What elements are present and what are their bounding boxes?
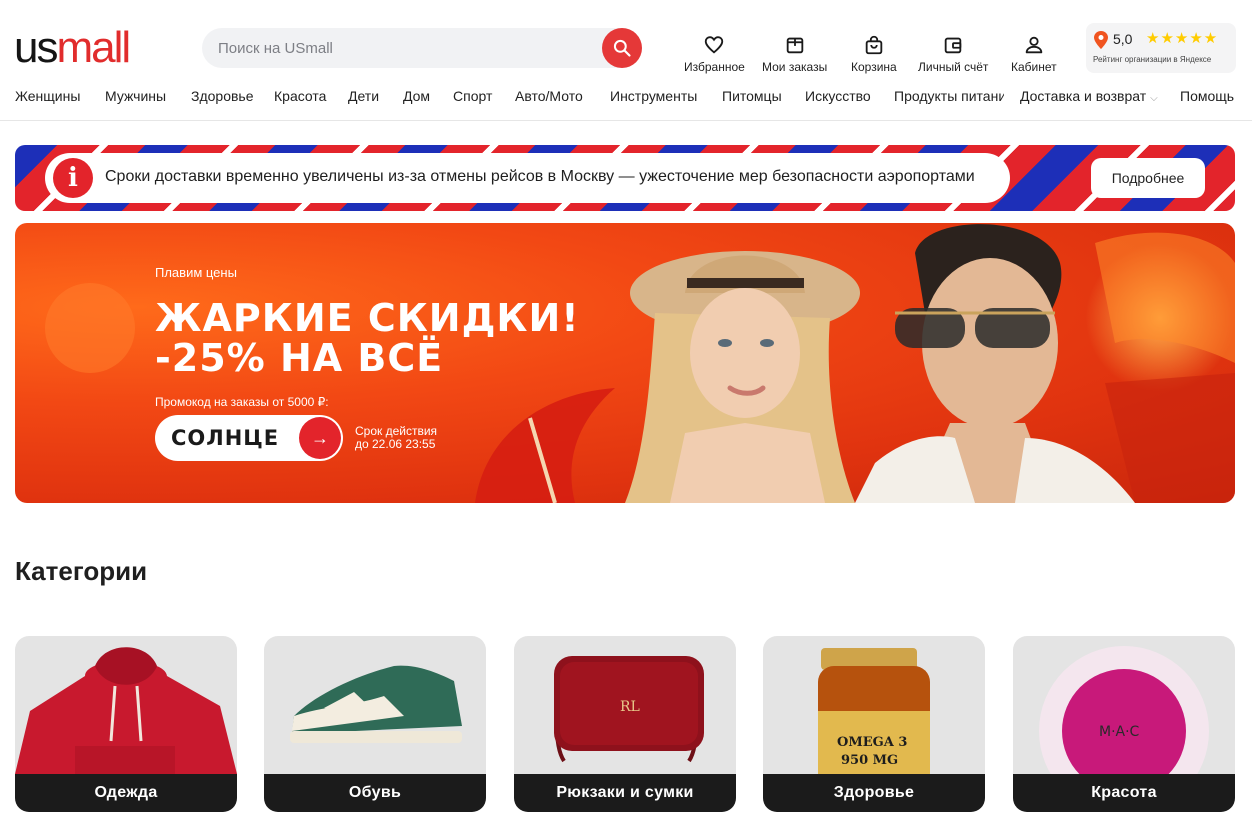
bag-icon [865,35,883,55]
notice-message: Сроки доставки временно увеличены из-за … [105,168,975,185]
decor-sun [45,283,135,373]
search-icon [613,39,631,57]
nav-item-help[interactable]: Помощь [1180,88,1234,104]
nav-item-kids[interactable]: Дети [348,88,379,104]
nav-item-beauty[interactable]: Красота [274,88,326,104]
nav-item-health[interactable]: Здоровье [191,88,254,104]
arrow-right-icon[interactable]: → [299,417,341,459]
yandex-rating-widget[interactable]: 5,0 ★★★★★ Рейтинг организации в Яндексе [1086,23,1236,73]
nav-item-men[interactable]: Мужчины [105,88,166,104]
nav-item-tools[interactable]: Инструменты [610,88,697,104]
nav-item-delivery[interactable]: Доставка и возврат ⌵ [1020,88,1158,104]
account-balance-label: Личный счёт [918,60,989,74]
logo-mall: mall [56,23,131,72]
promo-headline: ЖАРКИЕ СКИДКИ! -25% НА ВСЁ [155,298,580,378]
svg-text:950 MG: 950 MG [841,753,898,768]
cabinet-button[interactable]: Кабинет [1011,34,1057,74]
chevron-down-icon: ⌵ [1150,93,1158,104]
promo-code-pill[interactable]: СОЛНЦЕ → [155,415,343,461]
rating-caption: Рейтинг организации в Яндексе [1093,55,1212,64]
orders-label: Мои заказы [762,60,828,74]
category-card-shoes[interactable]: Обувь [264,636,486,812]
svg-text:OMEGA 3: OMEGA 3 [837,735,907,750]
nav-item-auto-moto[interactable]: Авто/Мото [515,88,583,104]
promo-kicker: Плавим цены [155,265,237,280]
notice-more-button[interactable]: Подробнее [1091,158,1205,198]
promo-headline-line2: -25% НА ВСЁ [155,336,444,380]
svg-text:RL: RL [620,699,640,715]
category-label: Здоровье [763,774,985,812]
search-input[interactable] [218,28,588,68]
svg-text:M·A·C: M·A·C [1099,724,1140,740]
nav-item-art[interactable]: Искусство [805,88,871,104]
category-card-health[interactable]: OMEGA 3 950 MG Здоровье [763,636,985,812]
category-label: Красота [1013,774,1235,812]
wallet-icon [944,37,962,54]
notice-message-pill: i Сроки доставки временно увеличены из-з… [45,153,1010,203]
logo[interactable]: usmall [14,23,131,72]
user-icon [1025,36,1043,54]
cabinet-label: Кабинет [1011,60,1057,74]
sneaker-image [290,665,462,743]
logo-us: us [14,23,59,72]
hoodie-image [15,647,237,774]
categories-title: Категории [15,556,148,586]
orders-button[interactable]: Мои заказы [762,34,827,74]
supplement-jar-image: OMEGA 3 950 MG [818,648,930,774]
nav-item-sport[interactable]: Спорт [453,88,492,104]
cart-button[interactable]: Корзина [851,34,897,74]
nav-item-women[interactable]: Женщины [15,88,80,104]
search-bar [202,28,642,68]
delivery-notice-banner: i Сроки доставки временно увеличены из-з… [15,145,1235,211]
blush-compact-image: M·A·C [1039,646,1209,774]
category-card-bags[interactable]: RL Рюкзаки и сумки [514,636,736,812]
nav-item-food[interactable]: Продукты питания [894,88,1004,104]
favorites-button[interactable]: Избранное [684,34,745,74]
category-card-clothing[interactable]: Одежда [15,636,237,812]
location-pin-icon [1094,31,1108,49]
account-balance-button[interactable]: Личный счёт [918,34,988,74]
info-icon: i [53,158,93,198]
promo-banner[interactable]: Плавим цены ЖАРКИЕ СКИДКИ! -25% НА ВСЁ П… [15,223,1235,503]
handbag-image: RL [554,656,704,763]
header-divider [0,120,1252,121]
rating-stars: ★★★★★ [1146,30,1219,47]
nav-item-pets[interactable]: Питомцы [722,88,782,104]
nav-item-delivery-label: Доставка и возврат [1020,88,1147,104]
promo-code: СОЛНЦЕ [171,426,280,450]
category-nav: Женщины Мужчины Здоровье Красота Дети До… [15,88,1252,108]
cart-label: Корзина [851,60,897,74]
category-label: Рюкзаки и сумки [514,774,736,812]
rating-score: 5,0 [1113,31,1133,47]
favorites-label: Избранное [684,60,745,74]
category-card-beauty[interactable]: M·A·C Красота [1013,636,1235,812]
promo-validity: Срок действия до 22.06 23:55 [355,425,437,451]
category-label: Обувь [264,774,486,812]
promo-validity-line2: до 22.06 23:55 [355,437,436,451]
heart-icon [705,36,724,54]
promo-headline-line1: ЖАРКИЕ СКИДКИ! [155,296,580,340]
promo-code-note: Промокод на заказы от 5000 ₽: [155,395,329,409]
nav-item-home[interactable]: Дом [403,88,430,104]
category-label: Одежда [15,774,237,812]
orders-icon [786,37,803,54]
search-button[interactable] [602,28,642,68]
